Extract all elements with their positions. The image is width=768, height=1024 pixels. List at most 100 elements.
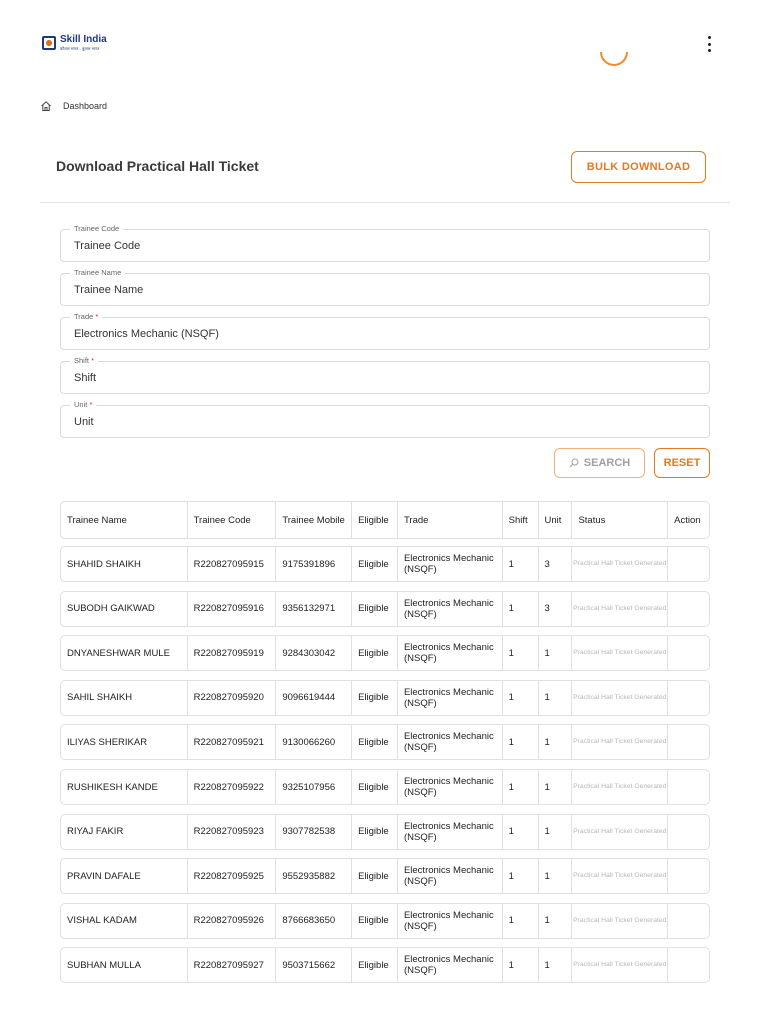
trade-cell: Electronics Mechanic (NSQF) bbox=[396, 591, 502, 626]
eligible-cell: Eligible bbox=[351, 725, 397, 760]
header-shift: Shift bbox=[501, 502, 538, 538]
unit-cell: 1 bbox=[537, 948, 572, 983]
shift-value[interactable]: Shift bbox=[74, 372, 96, 384]
trainee-mobile-cell: 9307782538 bbox=[275, 814, 351, 849]
unit-cell: 1 bbox=[537, 859, 572, 894]
trainee-code-label: Trainee Code bbox=[70, 224, 124, 234]
trade-value[interactable]: Electronics Mechanic (NSQF) bbox=[74, 328, 219, 340]
trainee-name-field[interactable]: Trainee Name Trainee Name bbox=[60, 268, 710, 306]
action-cell[interactable] bbox=[667, 948, 709, 983]
trainee-name-cell: DNYANESHWAR MULE bbox=[67, 647, 170, 659]
trainee-name-cell: SUBHAN MULLA bbox=[67, 959, 141, 971]
logo-icon bbox=[42, 36, 56, 50]
trainee-name-label: Trainee Name bbox=[70, 268, 126, 278]
shift-cell: 1 bbox=[501, 547, 538, 581]
trade-cell: Electronics Mechanic (NSQF) bbox=[396, 725, 502, 760]
unit-select[interactable]: Unit * Unit bbox=[60, 400, 710, 438]
kebab-menu-icon[interactable] bbox=[704, 36, 714, 52]
trainee-name-cell: SAHIL SHAIKH bbox=[67, 692, 133, 704]
header-trainee-code: Trainee Code bbox=[186, 502, 276, 538]
status-cell: Practical Hall Ticket Generated bbox=[571, 859, 667, 894]
eligible-cell: Eligible bbox=[351, 948, 397, 983]
trainee-code-cell: R220827095926 bbox=[186, 903, 276, 938]
eligible-cell: Eligible bbox=[351, 814, 397, 849]
header-trade: Trade bbox=[396, 502, 502, 538]
home-icon[interactable] bbox=[40, 100, 52, 112]
trainee-code-cell: R220827095920 bbox=[186, 680, 276, 715]
table-row: PRAVIN DAFALE R220827095925 9552935882 Elig… bbox=[60, 858, 710, 895]
search-icon bbox=[569, 458, 579, 468]
trainee-name-cell: SUBODH GAIKWAD bbox=[67, 603, 155, 615]
logo-subtitle: कौशल भारत - कुशल भारत bbox=[60, 46, 100, 51]
trainee-code-cell: R220827095925 bbox=[186, 859, 276, 894]
unit-cell: 1 bbox=[537, 770, 572, 804]
trainee-code-cell: R220827095927 bbox=[186, 948, 276, 983]
unit-cell: 1 bbox=[537, 903, 572, 938]
table-row: SHAHID SHAIKH R220827095915 9175391896 Elig… bbox=[60, 546, 710, 582]
trainee-mobile-cell: 9503715662 bbox=[275, 948, 351, 983]
shift-cell: 1 bbox=[501, 903, 538, 938]
action-cell[interactable] bbox=[667, 725, 709, 760]
status-cell: Practical Hall Ticket Generated bbox=[571, 725, 667, 760]
action-cell[interactable] bbox=[667, 770, 709, 804]
search-button[interactable]: SEARCH bbox=[554, 448, 645, 478]
status-cell: Practical Hall Ticket Generated bbox=[571, 948, 667, 983]
trainee-code-input[interactable]: Trainee Code bbox=[74, 240, 140, 252]
avatar-arc-decoration bbox=[600, 52, 628, 66]
trade-select[interactable]: Trade * Electronics Mechanic (NSQF) bbox=[60, 312, 710, 350]
action-cell[interactable] bbox=[667, 636, 709, 671]
status-cell: Practical Hall Ticket Generated bbox=[571, 547, 667, 581]
action-cell[interactable] bbox=[667, 859, 709, 894]
trade-cell: Electronics Mechanic (NSQF) bbox=[396, 770, 502, 804]
unit-cell: 1 bbox=[537, 814, 572, 849]
eligible-cell: Eligible bbox=[351, 636, 397, 671]
trainee-mobile-cell: 9130066260 bbox=[275, 725, 351, 760]
trainee-name-cell: PRAVIN DAFALE bbox=[67, 870, 141, 882]
trade-cell: Electronics Mechanic (NSQF) bbox=[396, 636, 502, 671]
trainee-name-cell: VISHAL KADAM bbox=[67, 915, 137, 927]
trainee-code-cell: R220827095915 bbox=[186, 547, 276, 581]
trainee-code-cell: R220827095922 bbox=[186, 770, 276, 804]
header-unit: Unit bbox=[537, 502, 572, 538]
breadcrumb-dashboard[interactable]: Dashboard bbox=[63, 101, 107, 111]
trainee-code-cell: R220827095916 bbox=[186, 591, 276, 626]
trainee-name-cell: RUSHIKESH KANDE bbox=[67, 781, 158, 793]
skill-india-logo[interactable]: Skill India कौशल भारत - कुशल भारत bbox=[42, 35, 107, 51]
logo-title: Skill India bbox=[60, 34, 107, 45]
eligible-cell: Eligible bbox=[351, 903, 397, 938]
unit-value[interactable]: Unit bbox=[74, 416, 94, 428]
shift-cell: 1 bbox=[501, 770, 538, 804]
shift-select[interactable]: Shift * Shift bbox=[60, 356, 710, 394]
trade-label: Trade * bbox=[70, 312, 103, 322]
page-title: Download Practical Hall Ticket bbox=[56, 158, 259, 174]
shift-cell: 1 bbox=[501, 814, 538, 849]
status-cell: Practical Hall Ticket Generated bbox=[571, 636, 667, 671]
action-cell[interactable] bbox=[667, 547, 709, 581]
shift-label: Shift * bbox=[70, 356, 99, 366]
trainee-code-cell: R220827095921 bbox=[186, 725, 276, 760]
unit-cell: 1 bbox=[537, 636, 572, 671]
action-cell[interactable] bbox=[667, 591, 709, 626]
trainee-mobile-cell: 9325107956 bbox=[275, 770, 351, 804]
header-trainee-mobile: Trainee Mobile bbox=[275, 502, 351, 538]
status-cell: Practical Hall Ticket Generated bbox=[571, 770, 667, 804]
header-eligible: Eligible bbox=[351, 502, 397, 538]
action-cell[interactable] bbox=[667, 680, 709, 715]
reset-button[interactable]: RESET bbox=[654, 448, 710, 478]
action-cell[interactable] bbox=[667, 903, 709, 938]
trainee-mobile-cell: 9175391896 bbox=[275, 547, 351, 581]
trainee-name-input[interactable]: Trainee Name bbox=[74, 284, 143, 296]
status-cell: Practical Hall Ticket Generated bbox=[571, 814, 667, 849]
bulk-download-button[interactable]: BULK DOWNLOAD bbox=[571, 151, 706, 183]
status-cell: Practical Hall Ticket Generated bbox=[571, 680, 667, 715]
trainee-code-field[interactable]: Trainee Code Trainee Code bbox=[60, 224, 710, 262]
action-cell[interactable] bbox=[667, 814, 709, 849]
unit-label: Unit * bbox=[70, 400, 97, 410]
trainee-mobile-cell: 9552935882 bbox=[275, 859, 351, 894]
breadcrumb: Dashboard bbox=[40, 100, 107, 112]
unit-cell: 1 bbox=[537, 680, 572, 715]
trainee-code-cell: R220827095919 bbox=[186, 636, 276, 671]
trade-cell: Electronics Mechanic (NSQF) bbox=[396, 948, 502, 983]
eligible-cell: Eligible bbox=[351, 680, 397, 715]
eligible-cell: Eligible bbox=[351, 591, 397, 626]
